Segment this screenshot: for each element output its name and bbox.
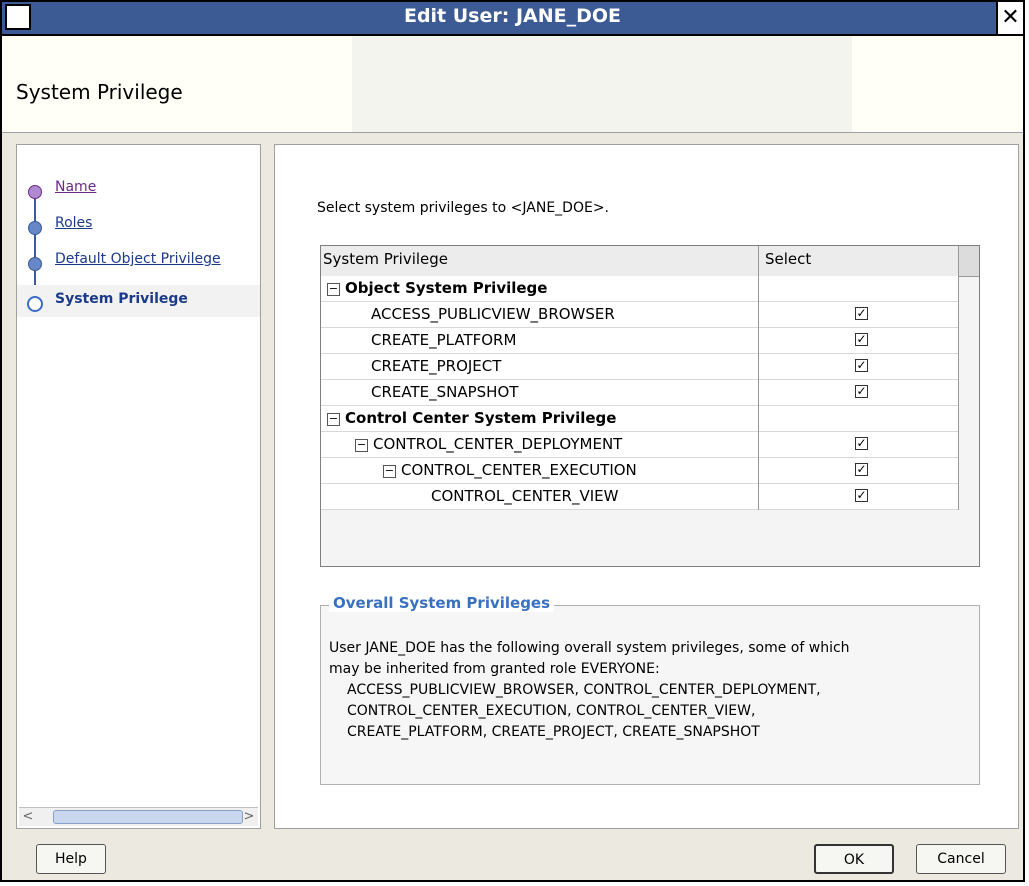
column-header-filler bbox=[959, 246, 979, 276]
nav-horizontal-scrollbar[interactable]: < > bbox=[19, 807, 258, 826]
privilege-cell: − CONTROL_CENTER_DEPLOYMENT bbox=[321, 432, 759, 458]
select-checkbox[interactable]: ✓ bbox=[855, 489, 868, 502]
privilege-cell: − Control Center System Privilege bbox=[321, 406, 759, 432]
nav-item-name[interactable]: Name bbox=[17, 173, 260, 205]
select-cell bbox=[759, 406, 959, 432]
privilege-cell: CREATE_SNAPSHOT bbox=[321, 380, 759, 406]
table-header: System Privilege Select bbox=[321, 246, 979, 277]
overall-privileges-legend: Overall System Privileges bbox=[329, 594, 555, 612]
privilege-label: CONTROL_CENTER_DEPLOYMENT bbox=[373, 435, 623, 453]
nav-item-label[interactable]: Default Object Privilege bbox=[55, 251, 221, 267]
nav-item-system-privilege[interactable]: System Privilege bbox=[17, 285, 260, 317]
privilege-tree-table[interactable]: System Privilege Select − Object System P… bbox=[320, 245, 980, 567]
privilege-cell: − CONTROL_CENTER_EXECUTION bbox=[321, 458, 759, 484]
nav-item-label[interactable]: Name bbox=[55, 179, 96, 195]
select-cell: ✓ bbox=[759, 484, 959, 510]
column-header-privilege[interactable]: System Privilege bbox=[321, 246, 759, 276]
table-row[interactable]: ACCESS_PUBLICVIEW_BROWSER ✓ bbox=[321, 302, 959, 328]
select-cell: ✓ bbox=[759, 432, 959, 458]
collapse-icon[interactable]: − bbox=[327, 413, 340, 426]
nav-item-label: System Privilege bbox=[55, 291, 188, 307]
collapse-icon[interactable]: − bbox=[327, 283, 340, 296]
table-row[interactable]: CREATE_PLATFORM ✓ bbox=[321, 328, 959, 354]
table-row[interactable]: − CONTROL_CENTER_DEPLOYMENT ✓ bbox=[321, 432, 959, 458]
wizard-navigation: Name Roles Default Object Privilege Syst… bbox=[16, 144, 261, 829]
privilege-label: CONTROL_CENTER_EXECUTION bbox=[401, 461, 637, 479]
ok-button[interactable]: OK bbox=[814, 844, 894, 874]
title-bar[interactable]: Edit User: JANE_DOE ✕ bbox=[2, 2, 1023, 36]
header-banner bbox=[352, 36, 852, 132]
current-step-icon bbox=[27, 296, 43, 312]
privilege-cell: CONTROL_CENTER_VIEW bbox=[321, 484, 759, 510]
cancel-button[interactable]: Cancel bbox=[916, 844, 1006, 874]
table-row[interactable]: CREATE_SNAPSHOT ✓ bbox=[321, 380, 959, 406]
privilege-label: Object System Privilege bbox=[345, 279, 548, 297]
overall-line: CONTROL_CENTER_EXECUTION, CONTROL_CENTER… bbox=[347, 703, 756, 719]
privilege-label: CREATE_SNAPSHOT bbox=[371, 383, 519, 401]
instruction-text: Select system privileges to <JANE_DOE>. bbox=[317, 200, 609, 216]
collapse-icon[interactable]: − bbox=[383, 465, 396, 478]
scrollbar-thumb[interactable] bbox=[53, 810, 243, 824]
select-checkbox[interactable]: ✓ bbox=[855, 463, 868, 476]
select-checkbox[interactable]: ✓ bbox=[855, 307, 868, 320]
nav-item-label[interactable]: Roles bbox=[55, 215, 92, 231]
overall-privileges-group: Overall System Privileges User JANE_DOE … bbox=[320, 594, 980, 785]
table-row[interactable]: − Object System Privilege bbox=[321, 276, 959, 302]
select-checkbox[interactable]: ✓ bbox=[855, 359, 868, 372]
select-cell: ✓ bbox=[759, 354, 959, 380]
overall-line: may be inherited from granted role EVERY… bbox=[329, 661, 660, 677]
privilege-label: CONTROL_CENTER_VIEW bbox=[431, 487, 619, 505]
column-header-select[interactable]: Select bbox=[759, 246, 959, 276]
collapse-icon[interactable]: − bbox=[355, 439, 368, 452]
privilege-cell: − Object System Privilege bbox=[321, 276, 759, 302]
table-row[interactable]: − Control Center System Privilege bbox=[321, 406, 959, 432]
privilege-cell: CREATE_PROJECT bbox=[321, 354, 759, 380]
privilege-cell: CREATE_PLATFORM bbox=[321, 328, 759, 354]
step-dot-icon bbox=[28, 221, 42, 235]
page-title: System Privilege bbox=[16, 80, 183, 104]
nav-item-default-object-privilege[interactable]: Default Object Privilege bbox=[17, 245, 260, 277]
privilege-cell: ACCESS_PUBLICVIEW_BROWSER bbox=[321, 302, 759, 328]
privilege-label: CREATE_PLATFORM bbox=[371, 331, 517, 349]
scroll-right-icon[interactable]: > bbox=[240, 808, 258, 826]
privilege-label: ACCESS_PUBLICVIEW_BROWSER bbox=[371, 305, 615, 323]
privilege-label: Control Center System Privilege bbox=[345, 409, 617, 427]
select-cell: ✓ bbox=[759, 380, 959, 406]
overall-line: User JANE_DOE has the following overall … bbox=[329, 640, 850, 656]
scroll-left-icon[interactable]: < bbox=[19, 808, 37, 826]
table-body: − Object System Privilege ACCESS_PUBLICVI… bbox=[321, 276, 959, 510]
select-cell: ✓ bbox=[759, 302, 959, 328]
privilege-label: CREATE_PROJECT bbox=[371, 357, 502, 375]
select-checkbox[interactable]: ✓ bbox=[855, 385, 868, 398]
step-dot-icon bbox=[28, 257, 42, 271]
edit-user-dialog: Edit User: JANE_DOE ✕ System Privilege N… bbox=[0, 0, 1025, 882]
overall-line: CREATE_PLATFORM, CREATE_PROJECT, CREATE_… bbox=[347, 724, 760, 740]
step-dot-icon bbox=[28, 185, 42, 199]
table-row[interactable]: − CONTROL_CENTER_EXECUTION ✓ bbox=[321, 458, 959, 484]
nav-item-roles[interactable]: Roles bbox=[17, 209, 260, 241]
table-row[interactable]: CONTROL_CENTER_VIEW ✓ bbox=[321, 484, 959, 510]
select-cell: ✓ bbox=[759, 328, 959, 354]
table-row[interactable]: CREATE_PROJECT ✓ bbox=[321, 354, 959, 380]
select-checkbox[interactable]: ✓ bbox=[855, 437, 868, 450]
select-checkbox[interactable]: ✓ bbox=[855, 333, 868, 346]
window-title: Edit User: JANE_DOE bbox=[403, 5, 622, 27]
overall-privileges-text: User JANE_DOE has the following overall … bbox=[329, 638, 977, 743]
overall-line: ACCESS_PUBLICVIEW_BROWSER, CONTROL_CENTE… bbox=[347, 682, 821, 698]
close-icon[interactable]: ✕ bbox=[996, 2, 1023, 34]
page-header: System Privilege bbox=[2, 36, 1023, 133]
content-panel: Select system privileges to <JANE_DOE>. … bbox=[274, 144, 1019, 829]
select-cell: ✓ bbox=[759, 458, 959, 484]
select-cell bbox=[759, 276, 959, 302]
help-button[interactable]: Help bbox=[36, 844, 106, 874]
